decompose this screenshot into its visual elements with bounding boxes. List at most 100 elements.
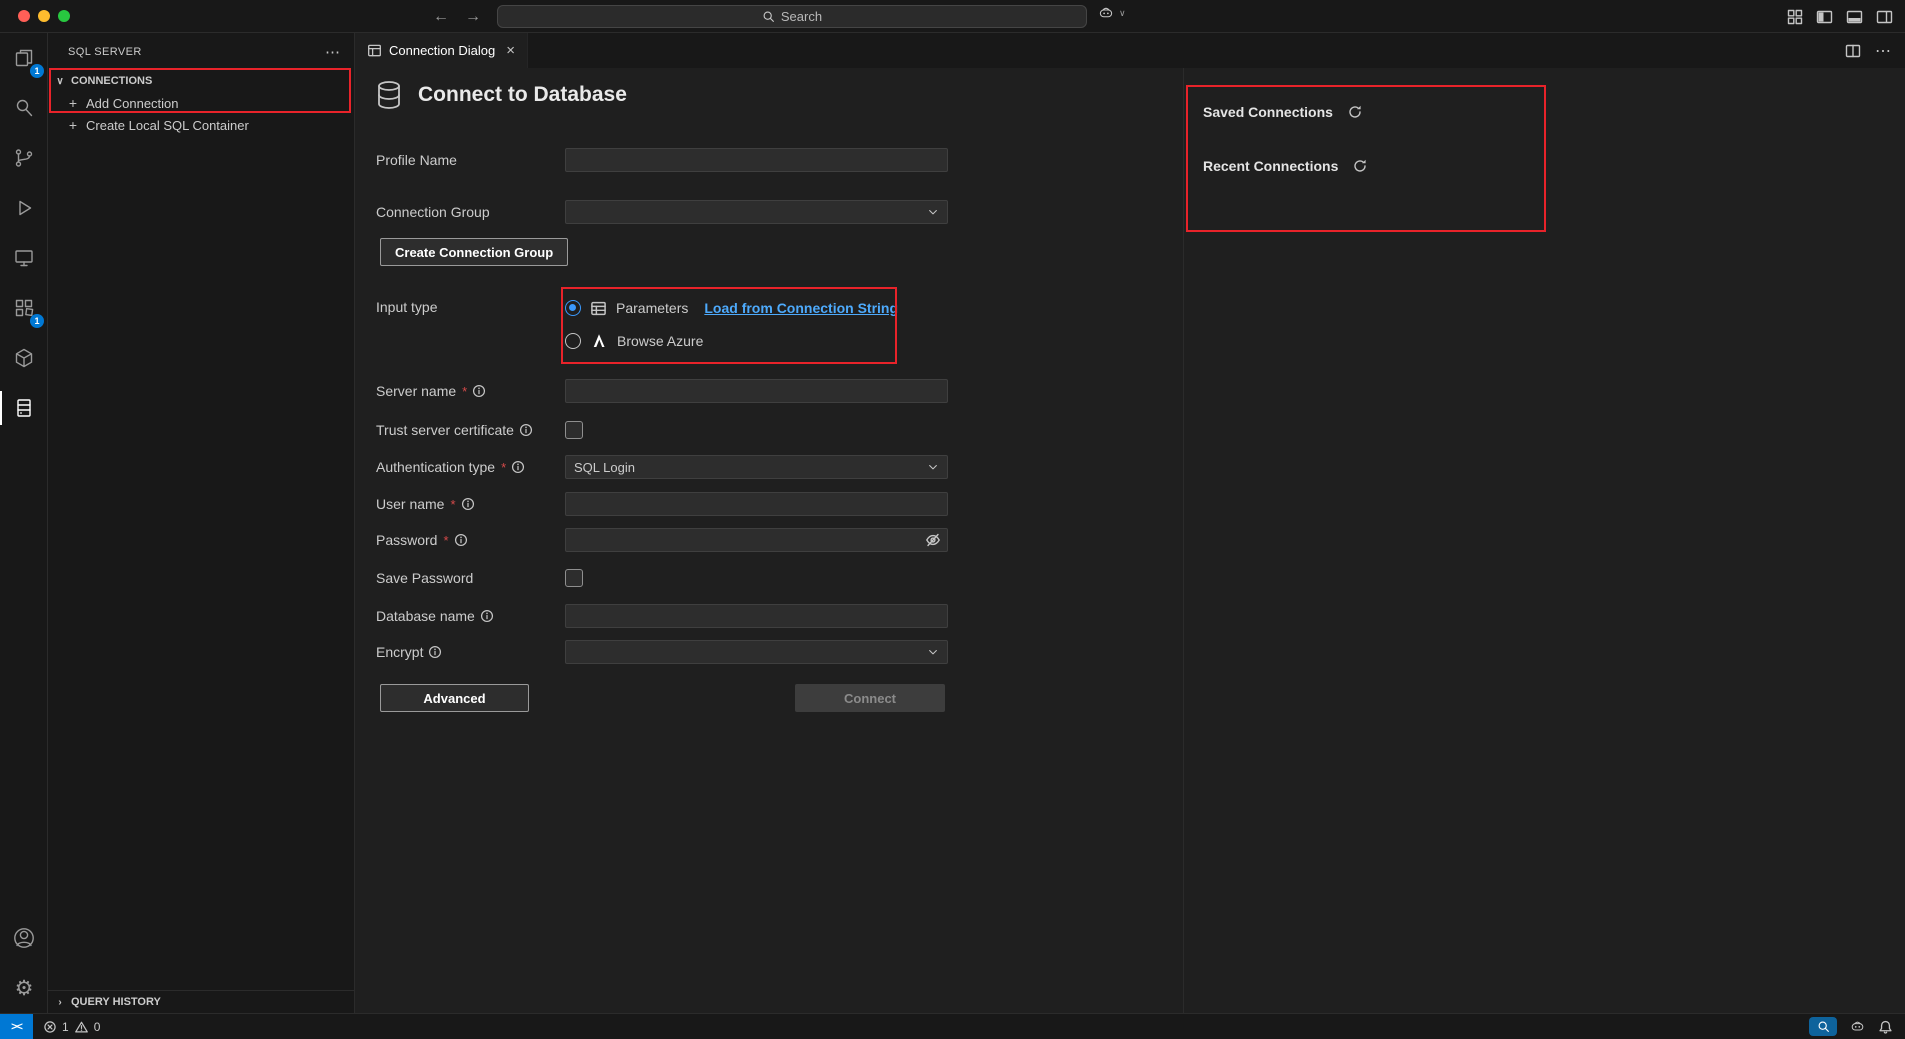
server-name-label: Server name <box>376 383 456 399</box>
authentication-type-select[interactable]: SQL Login <box>565 455 948 479</box>
user-name-input[interactable] <box>565 492 948 516</box>
copilot-menu[interactable]: ∨ <box>1097 4 1126 22</box>
save-password-checkbox[interactable] <box>565 569 583 587</box>
save-password-label: Save Password <box>376 570 473 586</box>
refresh-icon <box>1347 104 1363 120</box>
info-icon <box>480 609 494 623</box>
warning-icon <box>74 1020 89 1034</box>
activity-sql-server[interactable] <box>0 383 48 433</box>
query-history-label: QUERY HISTORY <box>71 996 161 1008</box>
macos-window-controls[interactable] <box>18 10 70 22</box>
titlebar: ← → Search ∨ <box>0 0 1905 33</box>
activity-explorer[interactable]: 1 <box>0 33 48 83</box>
minimize-window-icon[interactable] <box>38 10 50 22</box>
connection-group-label: Connection Group <box>376 204 490 220</box>
encrypt-label: Encrypt <box>376 644 423 660</box>
panel-divider <box>1183 68 1184 1013</box>
close-icon[interactable]: × <box>506 42 515 59</box>
sidebar-sql-server: SQL SERVER ⋯ ∨ CONNECTIONS + Add Connect… <box>48 33 355 1013</box>
info-icon <box>511 460 525 474</box>
create-local-sql-container-label: Create Local SQL Container <box>86 118 249 133</box>
notifications-bell-icon[interactable] <box>1878 1019 1893 1035</box>
back-icon[interactable]: ← <box>433 8 449 26</box>
info-icon <box>454 533 468 547</box>
account-menu[interactable] <box>0 913 48 963</box>
server-name-input[interactable] <box>565 379 948 403</box>
info-icon <box>428 645 442 659</box>
parameters-radio-label[interactable]: Parameters <box>616 300 688 316</box>
info-icon <box>461 497 475 511</box>
toggle-panel-icon[interactable] <box>1846 9 1863 25</box>
database-name-label: Database name <box>376 608 475 624</box>
command-center-search[interactable]: Search <box>497 5 1087 28</box>
warning-count: 0 <box>94 1020 101 1034</box>
parameters-radio[interactable] <box>565 300 581 316</box>
load-from-connection-string-link[interactable]: Load from Connection String <box>704 300 898 316</box>
refresh-saved-connections-button[interactable] <box>1347 104 1363 120</box>
search-icon <box>12 96 36 120</box>
authentication-type-label: Authentication type <box>376 459 495 475</box>
connections-section-header[interactable]: ∨ CONNECTIONS <box>48 70 354 92</box>
eye-off-icon[interactable] <box>925 532 941 548</box>
search-icon <box>762 10 775 23</box>
split-editor-icon[interactable] <box>1845 43 1861 59</box>
activity-search[interactable] <box>0 83 48 133</box>
chevron-right-icon: › <box>52 997 68 1008</box>
forward-icon[interactable]: → <box>465 8 481 26</box>
tab-connection-dialog[interactable]: Connection Dialog × <box>355 33 528 68</box>
trust-server-certificate-checkbox[interactable] <box>565 421 583 439</box>
account-icon <box>12 926 36 950</box>
sql-server-icon <box>12 396 36 420</box>
zoom-indicator[interactable] <box>1809 1017 1837 1036</box>
browse-azure-radio[interactable] <box>565 333 581 349</box>
refresh-recent-connections-button[interactable] <box>1352 158 1368 174</box>
run-debug-icon <box>12 196 36 220</box>
customize-layout-icon[interactable] <box>1787 9 1803 25</box>
connect-button[interactable]: Connect <box>795 684 945 712</box>
create-connection-group-button[interactable]: Create Connection Group <box>380 238 568 266</box>
maximize-window-icon[interactable] <box>58 10 70 22</box>
tab-bar: Connection Dialog × ⋯ <box>355 33 1905 68</box>
toggle-secondary-sidebar-icon[interactable] <box>1876 9 1893 25</box>
problems-indicator[interactable]: 1 0 <box>33 1014 110 1039</box>
plus-icon: + <box>66 95 80 111</box>
advanced-button[interactable]: Advanced <box>380 684 529 712</box>
activity-extensions[interactable]: 1 <box>0 283 48 333</box>
chevron-down-icon: ∨ <box>1119 8 1126 19</box>
editor-more-actions-icon[interactable]: ⋯ <box>1875 41 1891 61</box>
more-actions-icon[interactable]: ⋯ <box>325 43 340 61</box>
chevron-down-icon <box>927 206 939 218</box>
close-window-icon[interactable] <box>18 10 30 22</box>
chevron-down-icon <box>927 461 939 473</box>
activity-source-control[interactable] <box>0 133 48 183</box>
profile-name-input[interactable] <box>565 148 948 172</box>
toggle-primary-sidebar-icon[interactable] <box>1816 9 1833 25</box>
copilot-icon <box>1097 4 1115 22</box>
activity-remote-explorer[interactable] <box>0 233 48 283</box>
connections-section-label: CONNECTIONS <box>71 75 152 87</box>
error-icon <box>43 1020 57 1034</box>
required-marker: * <box>443 533 448 548</box>
editor-group: Connection Dialog × ⋯ Connect to Databas… <box>355 33 1905 1013</box>
gear-icon: ⚙ <box>15 978 34 999</box>
recent-connections-label: Recent Connections <box>1203 158 1338 174</box>
info-icon <box>519 423 533 437</box>
connection-group-select[interactable] <box>565 200 948 224</box>
page-title: Connect to Database <box>418 83 627 107</box>
connection-dialog-tab-icon <box>367 43 382 58</box>
remote-indicator[interactable]: >< <box>0 1014 33 1039</box>
database-name-input[interactable] <box>565 604 948 628</box>
info-icon <box>472 384 486 398</box>
encrypt-select[interactable] <box>565 640 948 664</box>
settings-menu[interactable]: ⚙ <box>0 963 48 1013</box>
cube-icon <box>12 346 36 370</box>
chevron-down-icon <box>927 646 939 658</box>
browse-azure-radio-label[interactable]: Browse Azure <box>617 333 703 349</box>
password-input[interactable] <box>565 528 948 552</box>
sidebar-item-create-local-sql-container[interactable]: + Create Local SQL Container <box>48 114 354 136</box>
copilot-status-icon[interactable] <box>1849 1018 1866 1035</box>
activity-containers[interactable] <box>0 333 48 383</box>
sidebar-item-add-connection[interactable]: + Add Connection <box>48 92 354 114</box>
activity-run-debug[interactable] <box>0 183 48 233</box>
query-history-section-header[interactable]: › QUERY HISTORY <box>48 990 354 1013</box>
